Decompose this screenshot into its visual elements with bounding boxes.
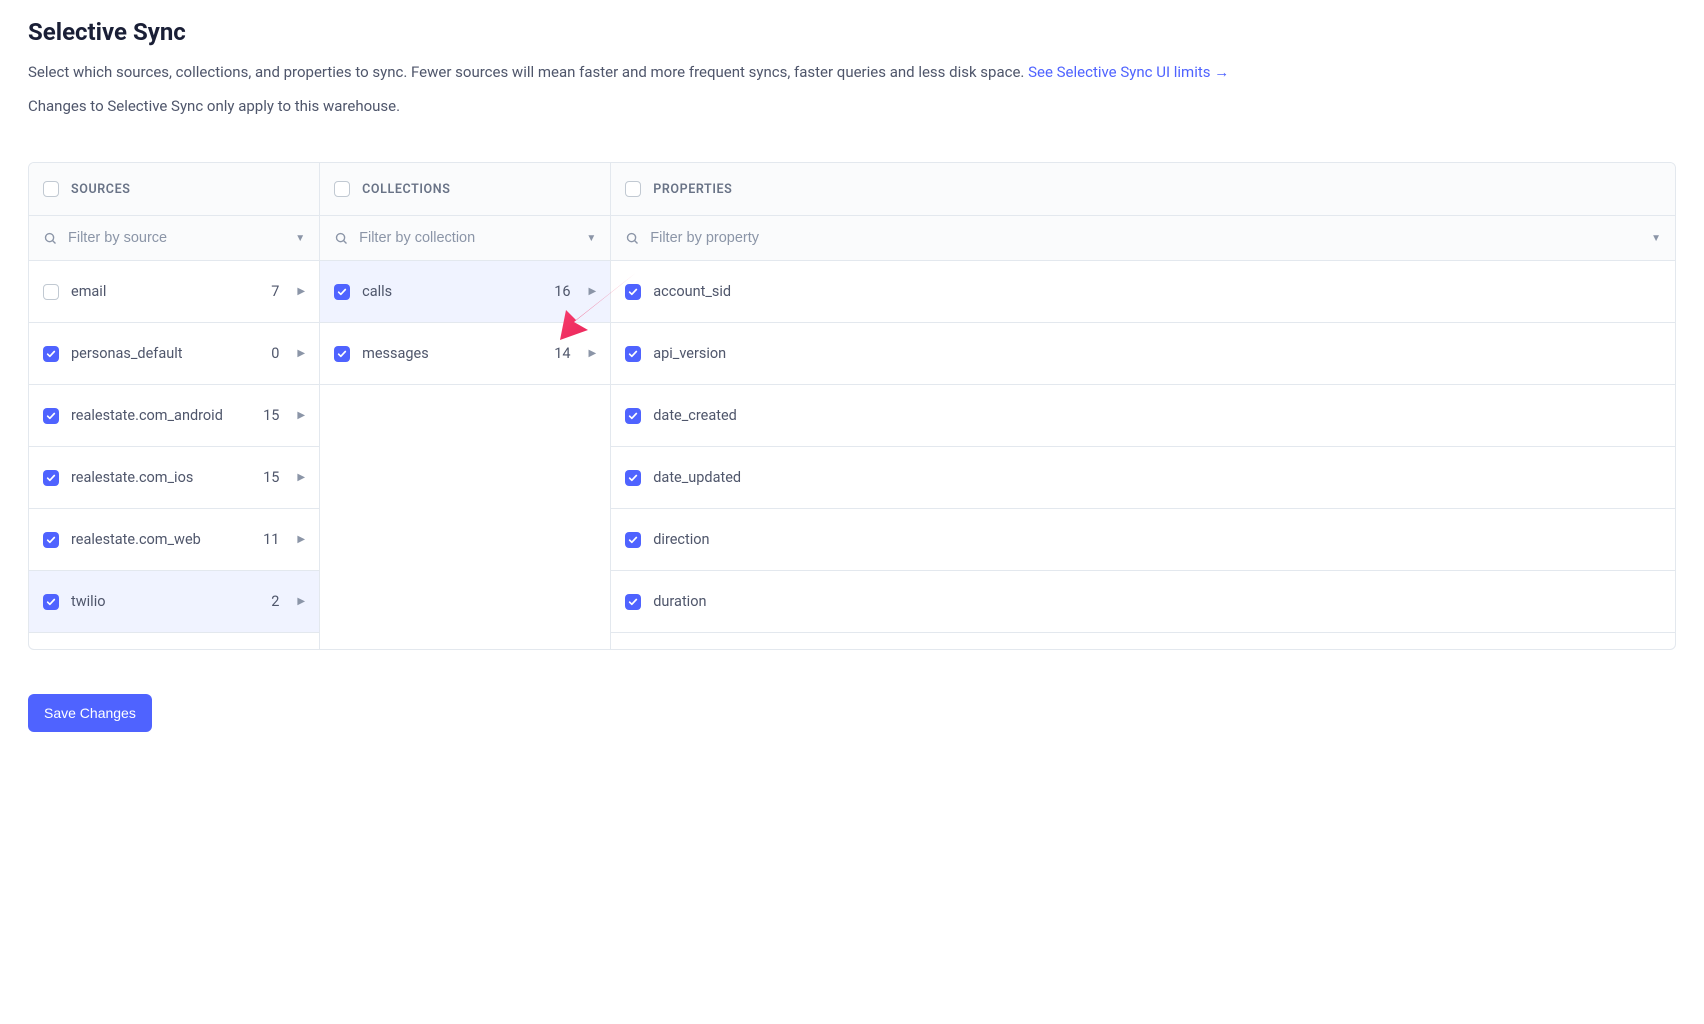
- row-name: twilio: [71, 593, 259, 610]
- chevron-right-icon: ▶: [589, 286, 597, 297]
- chevron-right-icon: ▶: [297, 348, 305, 359]
- checkbox-icon[interactable]: [334, 284, 350, 300]
- row-name: account_sid: [653, 283, 1661, 300]
- properties-header-label: PROPERTIES: [653, 182, 732, 197]
- row-count: 2: [271, 593, 279, 610]
- collections-filter[interactable]: ▼: [320, 216, 610, 261]
- row-name: realestate.com_web: [71, 531, 251, 548]
- property-row[interactable]: date_updated: [611, 447, 1675, 509]
- chevron-right-icon: ▶: [297, 596, 305, 607]
- row-name: calls: [362, 283, 542, 300]
- source-row[interactable]: realestate.com_web 11 ▶: [29, 509, 319, 571]
- checkbox-icon[interactable]: [625, 408, 641, 424]
- checkbox-icon[interactable]: [625, 346, 641, 362]
- property-row[interactable]: duration: [611, 571, 1675, 633]
- collections-column: COLLECTIONS ▼ calls 16 ▶ messages 14 ▶: [320, 163, 611, 649]
- row-name: realestate.com_ios: [71, 469, 251, 486]
- collections-select-all-checkbox[interactable]: [334, 181, 350, 197]
- checkbox-icon[interactable]: [43, 470, 59, 486]
- row-name: direction: [653, 531, 1661, 548]
- property-row[interactable]: date_created: [611, 385, 1675, 447]
- arrow-right-icon: →: [1214, 63, 1229, 81]
- checkbox-icon[interactable]: [43, 408, 59, 424]
- source-row[interactable]: twilio 2 ▶: [29, 571, 319, 633]
- chevron-right-icon: ▶: [297, 534, 305, 545]
- collections-header: COLLECTIONS: [320, 163, 610, 216]
- property-row[interactable]: api_version: [611, 323, 1675, 385]
- properties-select-all-checkbox[interactable]: [625, 181, 641, 197]
- selective-sync-panel: SOURCES ▼ email7▶personas_default0▶reale…: [28, 162, 1676, 650]
- row-count: 7: [271, 283, 279, 300]
- caret-down-icon[interactable]: ▼: [295, 233, 305, 244]
- checkbox-icon[interactable]: [625, 532, 641, 548]
- caret-down-icon[interactable]: ▼: [586, 233, 596, 244]
- selective-sync-limits-link[interactable]: See Selective Sync UI limits →: [1028, 63, 1229, 81]
- page-description-2: Changes to Selective Sync only apply to …: [28, 94, 1676, 118]
- row-name: date_created: [653, 407, 1661, 424]
- row-name: messages: [362, 345, 542, 362]
- row-count: 0: [271, 345, 279, 362]
- checkbox-icon[interactable]: [43, 284, 59, 300]
- collection-row[interactable]: messages 14 ▶: [320, 323, 610, 385]
- collection-row[interactable]: calls 16 ▶: [320, 261, 610, 323]
- properties-column: PROPERTIES ▼ account_sid api_version date_…: [611, 163, 1675, 649]
- sources-filter[interactable]: ▼: [29, 216, 319, 261]
- page-description: Select which sources, collections, and p…: [28, 60, 1676, 84]
- property-row[interactable]: direction: [611, 509, 1675, 571]
- source-row[interactable]: realestate.com_ios 15 ▶: [29, 447, 319, 509]
- chevron-right-icon: ▶: [589, 348, 597, 359]
- row-name: date_updated: [653, 469, 1661, 486]
- source-row[interactable]: personas_default 0 ▶: [29, 323, 319, 385]
- collections-header-label: COLLECTIONS: [362, 182, 450, 197]
- checkbox-icon[interactable]: [43, 532, 59, 548]
- checkbox-icon[interactable]: [334, 346, 350, 362]
- properties-filter-input[interactable]: [650, 230, 1641, 246]
- property-row[interactable]: account_sid: [611, 261, 1675, 323]
- row-count: 11: [263, 531, 279, 548]
- row-name: duration: [653, 593, 1661, 610]
- row-count: 15: [263, 469, 279, 486]
- sources-select-all-checkbox[interactable]: [43, 181, 59, 197]
- checkbox-icon[interactable]: [625, 594, 641, 610]
- sources-filter-input[interactable]: [68, 230, 285, 246]
- sources-header: SOURCES: [29, 163, 319, 216]
- row-count: 16: [554, 283, 570, 300]
- checkbox-icon[interactable]: [625, 284, 641, 300]
- checkbox-icon[interactable]: [43, 594, 59, 610]
- search-icon: [43, 231, 58, 246]
- chevron-right-icon: ▶: [297, 410, 305, 421]
- sources-column: SOURCES ▼ email7▶personas_default0▶reale…: [29, 163, 320, 649]
- source-row[interactable]: realestate.com_android 15 ▶: [29, 385, 319, 447]
- sources-header-label: SOURCES: [71, 182, 130, 197]
- row-name: realestate.com_android: [71, 407, 251, 424]
- chevron-right-icon: ▶: [297, 472, 305, 483]
- collections-filter-input[interactable]: [359, 230, 576, 246]
- row-count: 15: [263, 407, 279, 424]
- row-name: api_version: [653, 345, 1661, 362]
- checkbox-icon[interactable]: [43, 346, 59, 362]
- row-name: email: [71, 283, 259, 300]
- properties-filter[interactable]: ▼: [611, 216, 1675, 261]
- row-count: 14: [554, 345, 570, 362]
- properties-header: PROPERTIES: [611, 163, 1675, 216]
- page-title: Selective Sync: [28, 18, 1676, 46]
- save-changes-button[interactable]: Save Changes: [28, 694, 152, 732]
- checkbox-icon[interactable]: [625, 470, 641, 486]
- row-name: personas_default: [71, 345, 259, 362]
- chevron-right-icon: ▶: [297, 286, 305, 297]
- caret-down-icon[interactable]: ▼: [1651, 233, 1661, 244]
- search-icon: [334, 231, 349, 246]
- search-icon: [625, 231, 640, 246]
- source-row[interactable]: email 7 ▶: [29, 261, 319, 323]
